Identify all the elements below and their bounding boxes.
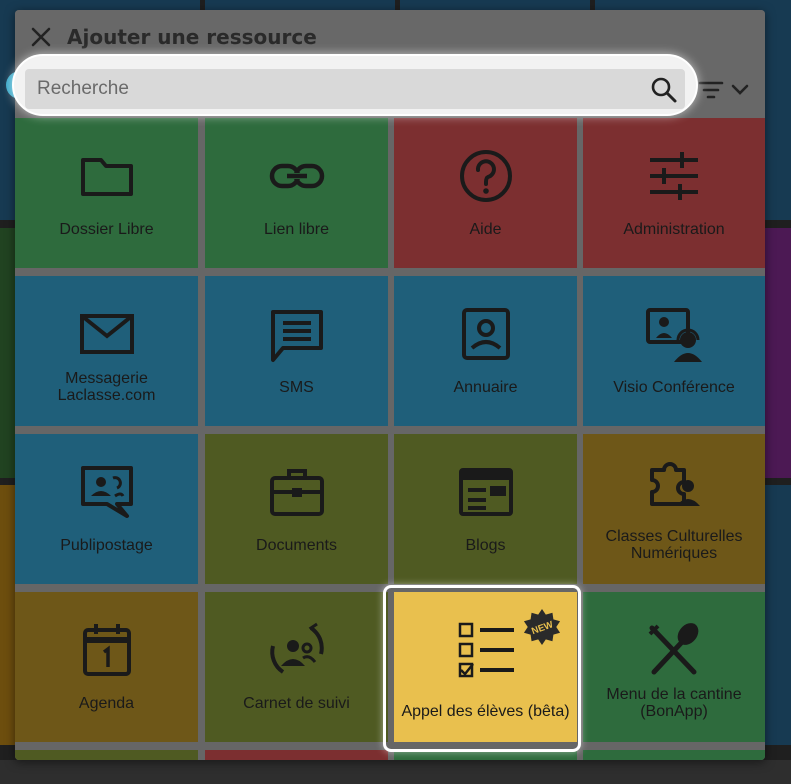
tile-label: Menu de la cantine (BonApp)	[606, 686, 742, 720]
tile-dossier-libre[interactable]: Dossier Libre	[15, 118, 198, 268]
tile-label: Carnet de suivi	[243, 695, 350, 712]
tile-partial	[394, 750, 577, 760]
tile-classes-culturelles[interactable]: Classes Culturelles Numériques	[583, 434, 765, 584]
help-circle-icon	[459, 150, 512, 202]
tile-label: Annuaire	[453, 379, 518, 396]
folder-icon	[80, 158, 133, 196]
blog-icon	[458, 468, 513, 516]
tile-partial	[583, 750, 765, 760]
tile-label: Administration	[623, 221, 725, 238]
tile-agenda[interactable]: Agenda	[15, 592, 198, 742]
tile-blogs[interactable]: Blogs	[394, 434, 577, 584]
tile-visio-conference[interactable]: Visio Conférence	[583, 276, 765, 426]
contact-card-icon	[461, 308, 510, 360]
new-badge-icon: NEW	[523, 608, 561, 646]
tile-publipostage[interactable]: Publipostage	[15, 434, 198, 584]
search-icon[interactable]	[650, 76, 678, 104]
tile-label: Agenda	[78, 695, 135, 712]
sliders-icon	[650, 152, 698, 200]
filter-button[interactable]	[697, 77, 753, 103]
tile-label: Lien libre	[264, 221, 329, 238]
chevron-down-icon	[731, 84, 749, 95]
tile-label: Messagerie Laclasse.com	[57, 370, 156, 404]
tile-label: Classes Culturelles Numériques	[605, 528, 743, 562]
tile-sms[interactable]: SMS	[205, 276, 388, 426]
briefcase-icon	[269, 469, 324, 516]
tile-aide[interactable]: Aide	[394, 118, 577, 268]
tile-partial	[15, 750, 198, 760]
tile-label: Dossier Libre	[59, 221, 154, 238]
tile-label: Publipostage	[60, 537, 153, 554]
tile-annuaire[interactable]: Annuaire	[394, 276, 577, 426]
calendar-icon	[82, 624, 131, 676]
checklist-icon	[458, 622, 514, 678]
followup-icon	[269, 622, 324, 674]
tile-lien-libre[interactable]: Lien libre	[205, 118, 388, 268]
tile-administration[interactable]: Administration	[583, 118, 765, 268]
search-highlight	[12, 54, 698, 116]
tile-messagerie[interactable]: Messagerie Laclasse.com	[15, 276, 198, 426]
utensils-icon	[648, 623, 699, 675]
resource-grid: Dossier Libre Lien libre Aide Administra…	[15, 118, 765, 760]
tile-label: SMS	[279, 379, 314, 396]
filter-sort-icon	[698, 81, 724, 99]
message-icon	[270, 310, 323, 362]
tile-label: Visio Conférence	[613, 379, 735, 396]
tile-label: Aide	[469, 221, 502, 238]
link-icon	[269, 163, 324, 189]
dialog-title: Ajouter une ressource	[67, 25, 317, 49]
tile-label: Blogs	[465, 537, 506, 554]
tile-appel-des-eleves[interactable]: NEW Appel des élèves (bêta)	[394, 592, 577, 742]
puzzle-user-icon	[650, 462, 700, 506]
tile-partial	[205, 750, 388, 760]
mail-icon	[79, 314, 134, 354]
mailing-icon	[80, 466, 133, 518]
add-resource-dialog: Ajouter une ressource Dossier Libre Lien…	[15, 10, 765, 760]
tile-documents[interactable]: Documents	[205, 434, 388, 584]
tile-label: Appel des élèves (bêta)	[401, 703, 570, 720]
close-icon	[31, 27, 51, 47]
close-button[interactable]	[30, 26, 52, 48]
video-conference-icon	[646, 308, 702, 362]
tile-menu-cantine[interactable]: Menu de la cantine (BonApp)	[583, 592, 765, 742]
search-input[interactable]	[25, 69, 685, 109]
tile-label: Documents	[256, 537, 337, 554]
tile-carnet-de-suivi[interactable]: Carnet de suivi	[205, 592, 388, 742]
